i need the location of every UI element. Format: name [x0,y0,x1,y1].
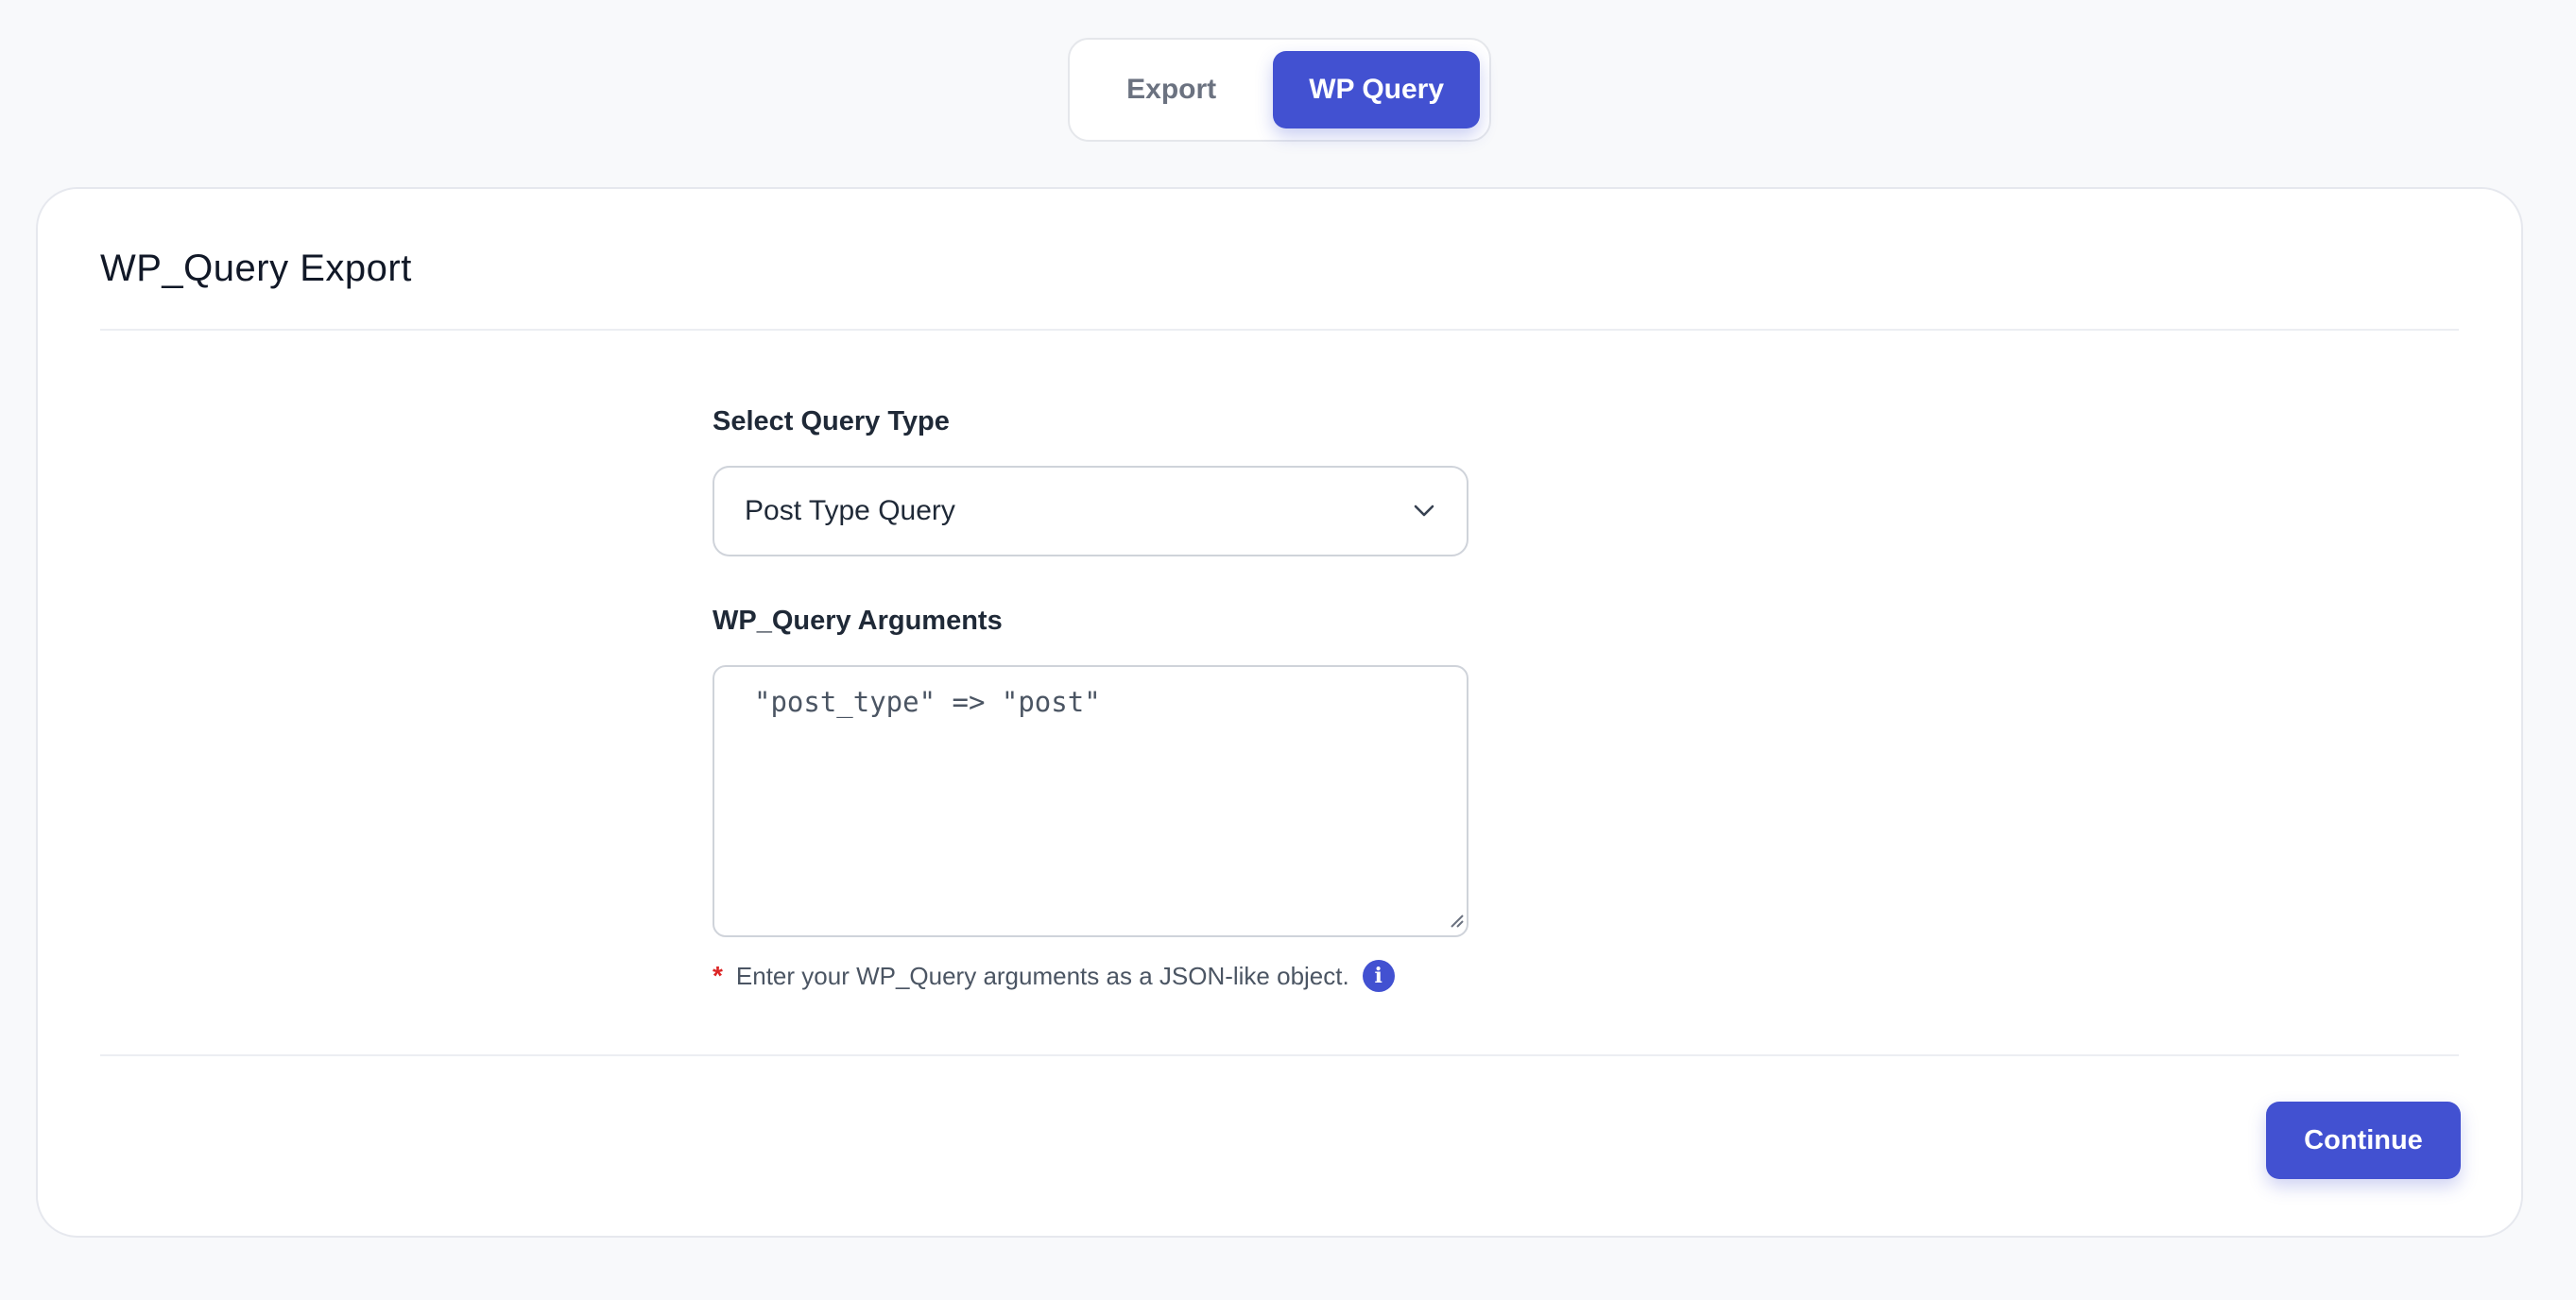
tab-export[interactable]: Export [1079,51,1263,128]
query-type-select[interactable]: Post Type Query [713,466,1468,556]
hint-text: Enter your WP_Query arguments as a JSON-… [735,961,1349,990]
header-divider [100,329,2459,331]
required-marker: * [713,961,723,990]
arguments-label: WP_Query Arguments [713,606,1003,636]
continue-button[interactable]: Continue [2266,1102,2461,1179]
chevron-down-icon [1414,505,1434,518]
query-form: Select Query Type Post Type Query WP_Que… [713,406,1468,992]
footer-divider [100,1054,2459,1056]
arguments-textarea[interactable]: "post_type" => "post" [713,665,1468,937]
query-type-selected-value: Post Type Query [745,495,955,526]
tab-wp-query[interactable]: WP Query [1273,51,1480,128]
wp-query-export-card: WP_Query Export Select Query Type Post T… [36,187,2523,1238]
query-type-label: Select Query Type [713,406,950,436]
info-icon[interactable]: i [1362,960,1395,992]
resize-grip-icon[interactable] [1448,912,1465,933]
arguments-field-wrapper: "post_type" => "post" [713,665,1468,937]
page-title: WP_Query Export [100,248,412,289]
export-mode-tabs: Export WP Query [1068,38,1491,142]
arguments-hint: * Enter your WP_Query arguments as a JSO… [713,960,1468,992]
